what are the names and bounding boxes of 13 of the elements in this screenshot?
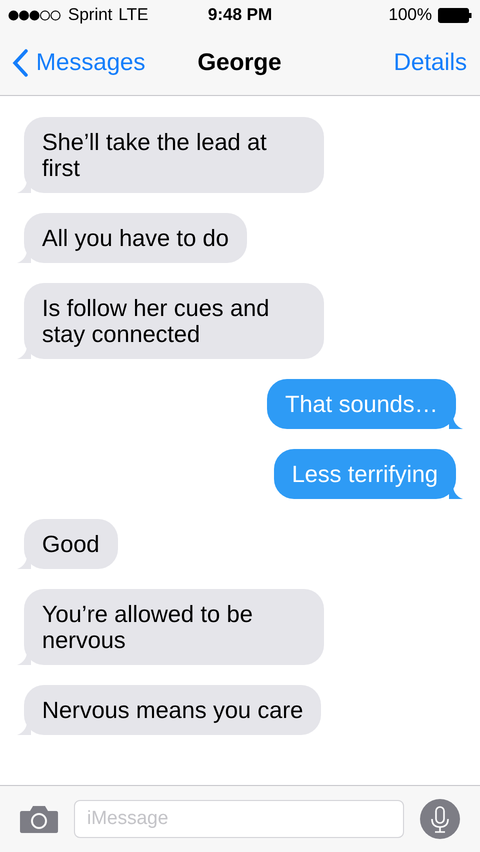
carrier-name: Sprint [68, 5, 112, 25]
message-input-field[interactable]: iMessage [74, 800, 404, 838]
battery-icon [438, 8, 472, 22]
details-link[interactable]: Details [394, 48, 467, 76]
back-button[interactable]: Messages [12, 48, 146, 76]
back-chevron-icon [12, 48, 28, 76]
camera-icon[interactable] [20, 805, 58, 833]
signal-icon [8, 10, 62, 20]
microphone-icon[interactable] [420, 799, 460, 839]
network-type: LTE [118, 5, 148, 25]
contact-name: George [197, 48, 282, 76]
clock-time: 9:48 PM [208, 5, 272, 25]
battery-percent: 100% [388, 5, 432, 25]
